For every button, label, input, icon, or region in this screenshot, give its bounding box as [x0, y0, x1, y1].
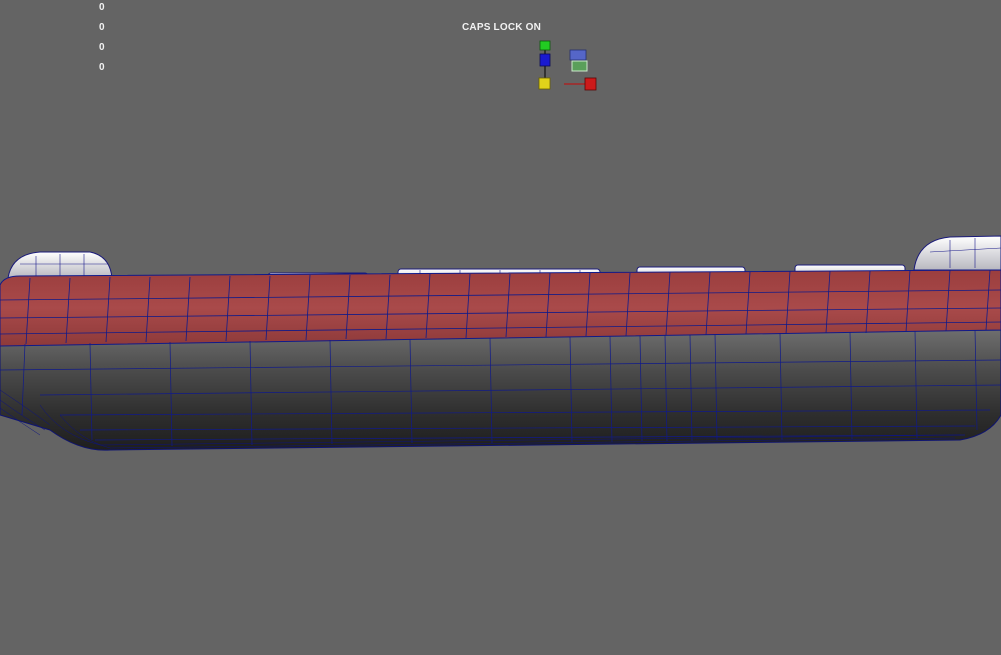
gizmo-center-handle[interactable]	[538, 77, 551, 90]
keyboard-model-mesh[interactable]	[0, 230, 1001, 460]
gizmo-y-handle[interactable]	[539, 40, 551, 51]
gizmo-z-handle[interactable]	[539, 53, 551, 67]
vert-count-selected: 0	[99, 22, 105, 33]
face-count-selected: 0	[99, 62, 105, 73]
edge-count-selected: 0	[99, 42, 105, 53]
caps-lock-indicator: CAPS LOCK ON	[462, 22, 542, 33]
gizmo-plane-handle-xy[interactable]	[571, 60, 588, 72]
gizmo-x-handle[interactable]	[584, 77, 597, 91]
poly-count-selected: 0	[99, 2, 105, 13]
3d-viewport[interactable]: 19396 0 9600 0 19200 0 9797 0 CAPS LOCK …	[0, 0, 1001, 655]
gizmo-plane-handle-xz[interactable]	[569, 49, 587, 61]
transform-gizmo[interactable]	[530, 38, 610, 98]
